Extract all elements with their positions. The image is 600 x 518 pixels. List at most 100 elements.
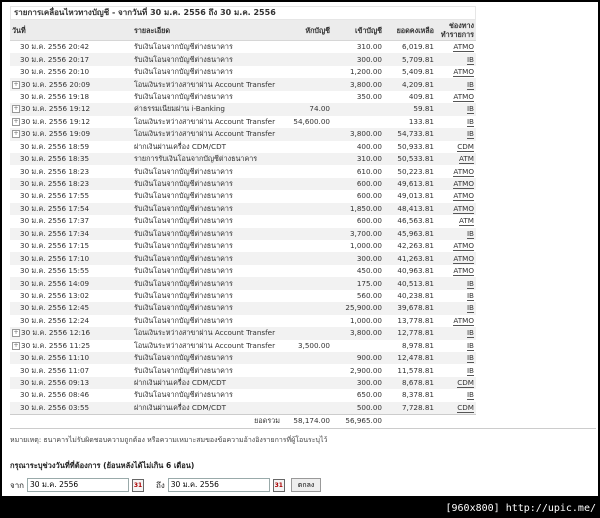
cell-detail: รับเงินโอนจากบัญชีต่างธนาคาร	[132, 215, 282, 227]
cell-detail-text: รับเงินโอนจากบัญชีต่างธนาคาร	[134, 54, 233, 64]
table-row: 30 ม.ค. 2556 20:10 รับเงินโอนจากบัญชีต่าง…	[10, 66, 476, 78]
cell-date: 30 ม.ค. 2556 17:15	[10, 240, 132, 252]
cell-date: 30 ม.ค. 2556 03:55	[10, 401, 132, 415]
cell-credit: 500.00	[332, 401, 384, 415]
cell-credit-text: 310.00	[356, 154, 382, 164]
calendar-icon[interactable]: 31	[132, 478, 145, 492]
cell-debit	[282, 227, 332, 240]
cell-debit	[282, 41, 332, 54]
cell-detail-text: รับเงินโอนจากบัญชีต่างธนาคาร	[134, 191, 233, 201]
cell-detail-text: รับเงินโอนจากบัญชีต่างธนาคาร	[134, 278, 233, 288]
cell-date-text: 30 ม.ค. 2556 19:09	[21, 129, 91, 139]
cell-detail: รับเงินโอนจากบัญชีต่างธนาคาร	[132, 277, 282, 290]
cell-balance-text: 50,933.81	[397, 141, 434, 151]
cell-detail-text: รับเงินโอนจากบัญชีต่างธนาคาร	[134, 290, 233, 300]
table-row: 30 ม.ค. 2556 20:17 รับเงินโอนจากบัญชีต่าง…	[10, 53, 476, 66]
cell-date: 30 ม.ค. 2556 09:13	[10, 376, 132, 390]
cell-balance: 7,728.81	[384, 401, 436, 415]
col-channel: ช่องทาง ทำรายการ	[436, 20, 476, 41]
from-label: จาก	[10, 480, 25, 490]
cell-credit: 310.00	[332, 41, 384, 54]
cell-channel-text: IB	[466, 353, 474, 364]
cell-credit: 2,900.00	[332, 364, 384, 376]
cell-date-text: 30 ม.ค. 2556 17:15	[20, 241, 90, 251]
cell-detail-text: รับเงินโอนจากบัญชีต่างธนาคาร	[134, 203, 233, 213]
table-row: +30 ม.ค. 2556 20:09 โอนเงินระหว่างสาขาผ่า…	[10, 78, 476, 91]
to-date-input[interactable]	[167, 478, 270, 492]
total-empty	[436, 414, 476, 428]
disclaimer-note: หมายเหตุ: ธนาคารไม่รับผิดชอบความถูกต้อง …	[10, 436, 328, 444]
submit-button[interactable]: ตกลง	[290, 478, 322, 492]
cell-debit	[282, 277, 332, 290]
cell-date: 30 ม.ค. 2556 14:09	[10, 277, 132, 290]
expand-icon[interactable]: +	[12, 130, 20, 139]
cell-balance-text: 42,263.81	[397, 241, 434, 251]
cell-detail: รับเงินโอนจากบัญชีต่างธนาคาร	[132, 351, 282, 365]
cell-detail-text: รับเงินโอนจากบัญชีต่างธนาคาร	[134, 365, 233, 375]
cell-balance-text: 409.81	[408, 91, 434, 101]
page-frame: รายการเคลื่อนไหวทางบัญชี - จากวันที่ 30 …	[2, 2, 598, 496]
cell-credit: 3,800.00	[332, 78, 384, 91]
cell-channel-text: IB	[466, 104, 474, 115]
cell-date-text: 30 ม.ค. 2556 20:10	[20, 67, 90, 77]
cell-credit: 900.00	[332, 351, 384, 365]
cell-balance-text: 50,223.81	[397, 166, 434, 176]
cell-date: +30 ม.ค. 2556 12:16	[10, 327, 132, 340]
cell-channel: IB	[436, 351, 476, 365]
cell-channel: ATMO	[436, 66, 476, 78]
cell-balance-text: 40,513.81	[397, 278, 434, 288]
cell-date: +30 ม.ค. 2556 19:12	[10, 103, 132, 116]
cell-balance: 40,238.81	[384, 290, 436, 302]
cell-date-text: 30 ม.ค. 2556 12:24	[20, 315, 90, 325]
cell-credit-text: 3,800.00	[349, 129, 382, 139]
cell-debit: 3,500.00	[282, 340, 332, 352]
calendar-icon[interactable]: 31	[272, 478, 285, 492]
cell-channel-text: IB	[466, 54, 474, 65]
cell-date-text: 30 ม.ค. 2556 18:23	[20, 179, 90, 189]
cell-date: 30 ม.ค. 2556 12:24	[10, 315, 132, 327]
cell-date-text: 30 ม.ค. 2556 12:45	[20, 303, 90, 313]
cell-detail: รับเงินโอนจากบัญชีต่างธนาคาร	[132, 290, 282, 302]
expand-icon[interactable]: +	[12, 117, 20, 126]
cell-debit	[282, 66, 332, 78]
cell-date: 30 ม.ค. 2556 11:10	[10, 351, 132, 365]
col-detail: รายละเอียด	[132, 20, 282, 41]
cell-detail-text: รับเงินโอนจากบัญชีต่างธนาคาร	[134, 67, 233, 77]
cell-debit	[282, 376, 332, 390]
cell-detail: รับเงินโอนจากบัญชีต่างธนาคาร	[132, 227, 282, 240]
cell-date-text: 30 ม.ค. 2556 12:16	[21, 328, 91, 338]
cell-channel-text: ATMO	[453, 253, 474, 264]
from-date-input[interactable]	[27, 478, 130, 492]
expand-icon[interactable]: +	[12, 105, 20, 114]
cell-debit	[282, 141, 332, 153]
cell-date: 30 ม.ค. 2556 15:55	[10, 265, 132, 277]
total-row: ยอดรวม 58,174.00 56,965.00	[10, 414, 476, 428]
cell-credit-text: 600.00	[356, 216, 382, 226]
cell-date-text: 30 ม.ค. 2556 11:25	[21, 340, 91, 350]
cell-detail-text: รับเงินโอนจากบัญชีต่างธนาคาร	[134, 303, 233, 313]
cell-date-text: 30 ม.ค. 2556 18:35	[20, 154, 90, 164]
cell-channel-text: IB	[466, 228, 474, 239]
cell-credit-text: 300.00	[356, 378, 382, 388]
cell-balance: 12,478.81	[384, 351, 436, 365]
expand-icon[interactable]: +	[12, 329, 20, 338]
cell-date: +30 ม.ค. 2556 11:25	[10, 340, 132, 352]
table-row: 30 ม.ค. 2556 18:35 รายการรับเงินโอนจากบัญ…	[10, 152, 476, 166]
cell-date: 30 ม.ค. 2556 18:59	[10, 141, 132, 153]
table-row: 30 ม.ค. 2556 12:24 รับเงินโอนจากบัญชีต่าง…	[10, 315, 476, 327]
expand-icon[interactable]: +	[12, 341, 20, 350]
cell-channel: IB	[436, 78, 476, 91]
col-balance: ยอดคงเหลือ	[384, 20, 436, 41]
cell-date-text: 30 ม.ค. 2556 18:23	[20, 166, 90, 176]
cell-balance-text: 39,678.81	[397, 303, 434, 313]
total-debit: 58,174.00	[282, 414, 332, 428]
cell-date-text: 30 ม.ค. 2556 08:46	[20, 390, 90, 400]
cell-balance-text: 40,963.81	[397, 266, 434, 276]
cell-detail-text: รับเงินโอนจากบัญชีต่างธนาคาร	[134, 42, 233, 52]
cell-balance-text: 49,013.81	[397, 191, 434, 201]
cell-credit-text: 610.00	[356, 166, 382, 176]
cell-credit: 650.00	[332, 389, 384, 401]
expand-icon[interactable]: +	[12, 80, 20, 89]
cell-channel-text: IB	[466, 390, 474, 401]
cell-debit	[282, 202, 332, 216]
